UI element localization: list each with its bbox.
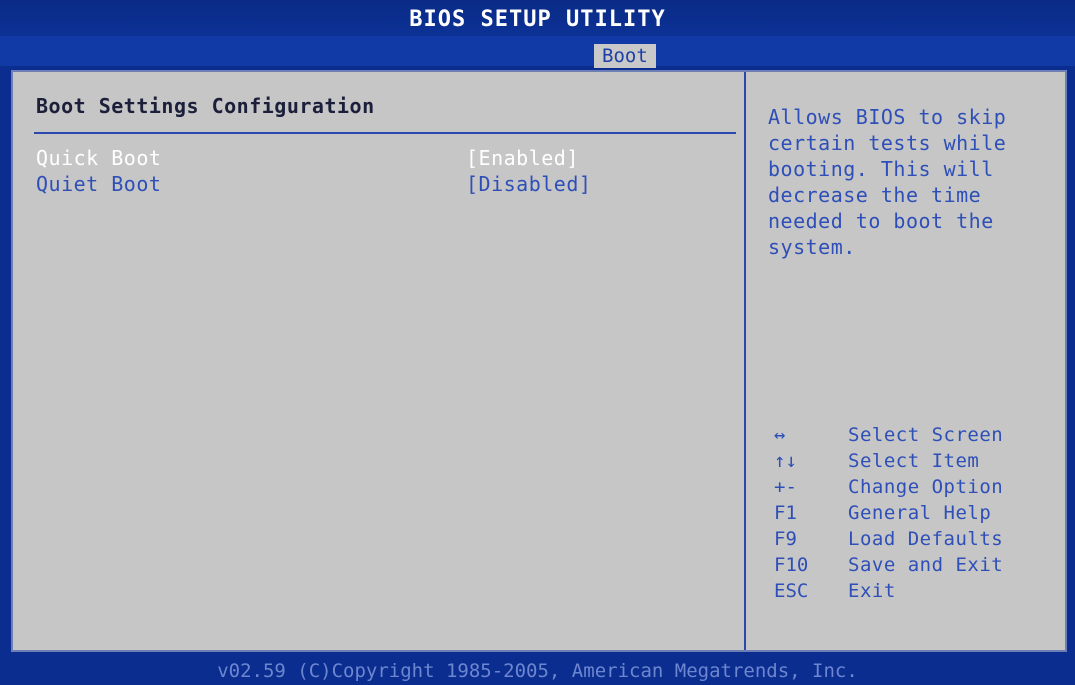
key-description: Select Screen <box>848 424 1004 446</box>
key-description: Save and Exit <box>848 554 1004 576</box>
setting-value[interactable]: [Enabled] <box>466 146 579 170</box>
setting-value[interactable]: [Disabled] <box>466 172 591 196</box>
key-description: Select Item <box>848 450 980 472</box>
key-row-change-option: +- Change Option <box>774 476 1044 502</box>
tab-boot[interactable]: Boot <box>594 44 656 68</box>
key-row-select-screen: ↔ Select Screen <box>774 424 1044 450</box>
key-row-exit: ESC Exit <box>774 580 1044 606</box>
key-description: General Help <box>848 502 992 524</box>
key-code: ESC <box>774 580 809 602</box>
key-description: Change Option <box>848 476 1004 498</box>
menu-bar <box>0 36 1075 66</box>
left-right-arrow-icon: ↔ <box>774 424 786 446</box>
setting-quick-boot[interactable]: Quick Boot [Enabled] <box>36 146 736 172</box>
setting-label: Quiet Boot <box>36 172 162 196</box>
setting-quiet-boot[interactable]: Quiet Boot [Disabled] <box>36 172 736 198</box>
bios-screen: BIOS SETUP UTILITY Boot Boot Settings Co… <box>0 0 1075 685</box>
panel-divider <box>744 72 746 650</box>
key-code: F1 <box>774 502 797 524</box>
key-description: Load Defaults <box>848 528 1004 550</box>
help-text: Allows BIOS to skip certain tests while … <box>768 105 1007 259</box>
key-row-general-help: F1 General Help <box>774 502 1044 528</box>
bios-title: BIOS SETUP UTILITY <box>0 0 1075 36</box>
key-code: +- <box>774 476 797 498</box>
key-description: Exit <box>848 580 896 602</box>
section-title: Boot Settings Configuration <box>36 94 375 118</box>
key-row-select-item: ↑↓ Select Item <box>774 450 1044 476</box>
key-legend: ↔ Select Screen ↑↓ Select Item +- Change… <box>774 424 1044 606</box>
key-code: F9 <box>774 528 797 550</box>
key-row-load-defaults: F9 Load Defaults <box>774 528 1044 554</box>
key-row-save-exit: F10 Save and Exit <box>774 554 1044 580</box>
section-divider <box>34 132 736 134</box>
copyright-footer: v02.59 (C)Copyright 1985-2005, American … <box>0 660 1075 685</box>
key-code: F10 <box>774 554 809 576</box>
up-down-arrow-icon: ↑↓ <box>774 450 797 472</box>
setting-label: Quick Boot <box>36 146 162 170</box>
